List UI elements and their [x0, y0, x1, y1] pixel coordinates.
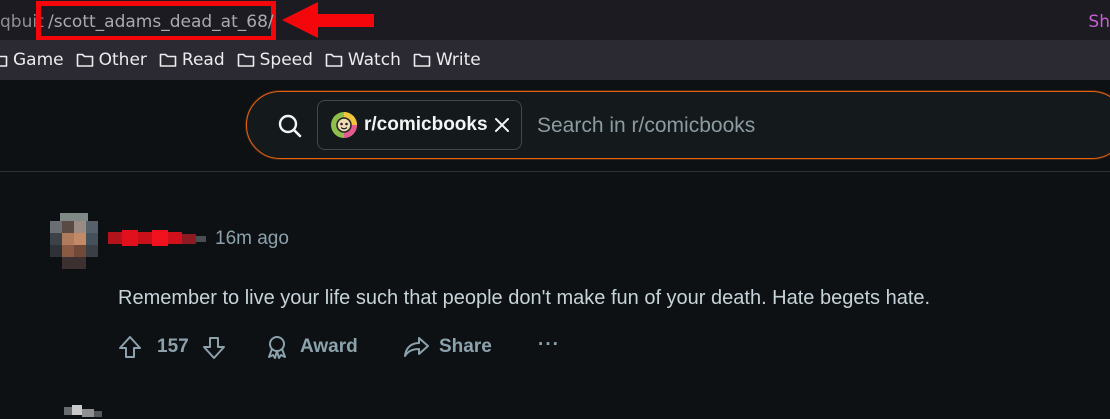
close-icon[interactable] — [493, 116, 511, 134]
bookmark-label: Speed — [259, 50, 313, 70]
community-filter-chip[interactable]: r/comicbooks — [317, 100, 522, 150]
search-input[interactable]: r/comicbooks Search in r/comicbooks — [246, 91, 1110, 159]
search-icon — [278, 114, 302, 138]
bookmark-label: Game — [13, 50, 64, 70]
folder-icon — [237, 53, 254, 67]
bookmark-label: Read — [181, 50, 225, 70]
award-icon — [268, 336, 286, 359]
search-placeholder: Search in r/comicbooks — [537, 114, 756, 137]
bookmark-label: Write — [435, 50, 481, 70]
bookmark-write[interactable]: Write — [413, 50, 481, 70]
upvote-icon[interactable] — [117, 334, 143, 360]
bookmark-game[interactable]: Game — [0, 50, 64, 70]
more-options-button[interactable]: ··· — [538, 334, 560, 356]
folder-icon — [413, 53, 431, 67]
bookmark-read[interactable]: Read — [159, 50, 225, 70]
bookmark-watch[interactable]: Watch — [325, 50, 401, 70]
award-button[interactable]: Award — [264, 334, 358, 360]
redacted-username[interactable] — [108, 228, 208, 248]
browser-url-bar[interactable]: qbuit /scott_adams_dead_at_68/ Sh — [0, 0, 1110, 41]
share-button[interactable]: Share — [402, 334, 492, 360]
share-icon — [404, 337, 429, 357]
avatar[interactable] — [50, 213, 98, 269]
bookmarks-toolbar: Game Other Read Speed Watch Write — [0, 40, 1110, 80]
search-header: r/comicbooks Search in r/comicbooks — [0, 80, 1110, 172]
downvote-icon[interactable] — [201, 335, 227, 361]
bookmark-other[interactable]: Other — [76, 50, 147, 70]
share-label: Share — [439, 336, 492, 357]
folder-icon — [76, 53, 93, 67]
community-chip-label: r/comicbooks — [364, 114, 488, 135]
annotation-arrow-icon — [282, 2, 374, 38]
community-avatar-icon — [331, 112, 357, 138]
comment-actions: 157 Award Share ··· — [0, 330, 1110, 364]
url-path-text[interactable]: /scott_adams_dead_at_68/ — [48, 12, 274, 32]
comment-text: Remember to live your life such that peo… — [118, 287, 931, 309]
folder-icon — [159, 53, 177, 67]
vote-count: 157 — [157, 336, 189, 357]
url-right-fragment: Sh — [1088, 12, 1110, 32]
bookmark-speed[interactable]: Speed — [237, 50, 313, 70]
comment-timestamp: 16m ago — [215, 228, 289, 249]
award-label: Award — [300, 336, 358, 357]
folder-icon — [325, 53, 343, 67]
next-comment-avatar[interactable] — [58, 403, 106, 419]
bookmark-label: Watch — [347, 50, 401, 70]
bookmark-label: Other — [98, 50, 147, 70]
folder-icon — [0, 55, 8, 67]
